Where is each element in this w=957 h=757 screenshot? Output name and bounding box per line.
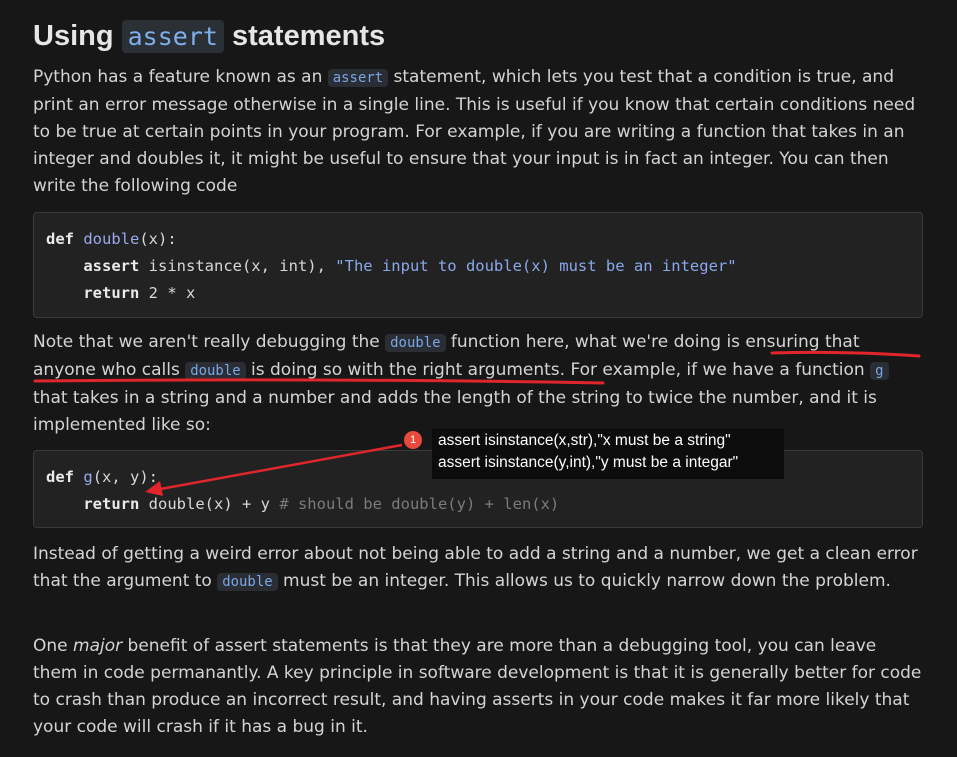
keyword: def bbox=[46, 230, 74, 248]
string-literal: "The input to double(x) must be an integ… bbox=[335, 257, 737, 275]
highlighted-text: is doing so with the right arguments. bbox=[251, 360, 566, 380]
code-block-double: def double(x): assert isinstance(x, int)… bbox=[33, 212, 923, 318]
text: One bbox=[33, 636, 68, 656]
note-paragraph: Note that we aren't really debugging the… bbox=[33, 329, 925, 439]
annotation-number-badge: 1 bbox=[404, 431, 422, 449]
intro-paragraph: Python has a feature known as an assert … bbox=[33, 64, 925, 200]
text: For example, if we have a function bbox=[570, 360, 865, 380]
text: that takes in a string and a number and … bbox=[33, 388, 877, 435]
page-title: Using assert statements bbox=[33, 18, 385, 55]
text: Python has a feature known as an bbox=[33, 67, 323, 87]
code-line: def double(x): bbox=[46, 226, 910, 253]
keyword: return bbox=[83, 495, 140, 513]
function-name: double bbox=[83, 230, 140, 248]
inline-code: double bbox=[385, 334, 446, 352]
inline-code: assert bbox=[327, 69, 389, 87]
text: Note that we aren't really debugging the bbox=[33, 332, 380, 352]
text: benefit of assert statements is that the… bbox=[33, 636, 922, 737]
code-text: double(x) + y bbox=[139, 495, 280, 513]
title-code: assert bbox=[121, 20, 224, 53]
inline-code: double bbox=[217, 573, 278, 591]
function-name: g bbox=[83, 468, 93, 486]
text: function here, what we're doing bbox=[450, 332, 722, 352]
benefit-paragraph: One major benefit of assert statements i… bbox=[33, 633, 925, 741]
annotation-line: assert isinstance(y,int),"y must be a in… bbox=[438, 454, 739, 471]
inline-code: g bbox=[870, 362, 889, 380]
text: must be an integer. This allows us to qu… bbox=[283, 571, 891, 591]
keyword: assert bbox=[83, 257, 140, 275]
explanation-paragraph: Instead of getting a weird error about n… bbox=[33, 541, 925, 596]
code-line: assert isinstance(x, int), "The input to… bbox=[46, 253, 910, 280]
emphasis: major bbox=[73, 636, 123, 656]
annotation-line: assert isinstance(x,str),"x must be a st… bbox=[438, 432, 731, 449]
code-text: (x, y): bbox=[92, 468, 159, 486]
keyword: return bbox=[83, 284, 140, 302]
title-suffix: statements bbox=[232, 20, 386, 52]
code-text: 2 * x bbox=[139, 284, 196, 302]
inline-code: double bbox=[185, 362, 246, 380]
code-line: return double(x) + y # should be double(… bbox=[46, 491, 910, 518]
code-line: return 2 * x bbox=[46, 280, 910, 307]
annotation-note: assert isinstance(x,str),"x must be a st… bbox=[432, 429, 784, 479]
code-comment: # should be double(y) + len(x) bbox=[279, 495, 560, 513]
title-prefix: Using bbox=[33, 20, 114, 52]
code-text: (x): bbox=[139, 230, 177, 248]
keyword: def bbox=[46, 468, 74, 486]
code-text: isinstance(x, int), bbox=[139, 257, 336, 275]
